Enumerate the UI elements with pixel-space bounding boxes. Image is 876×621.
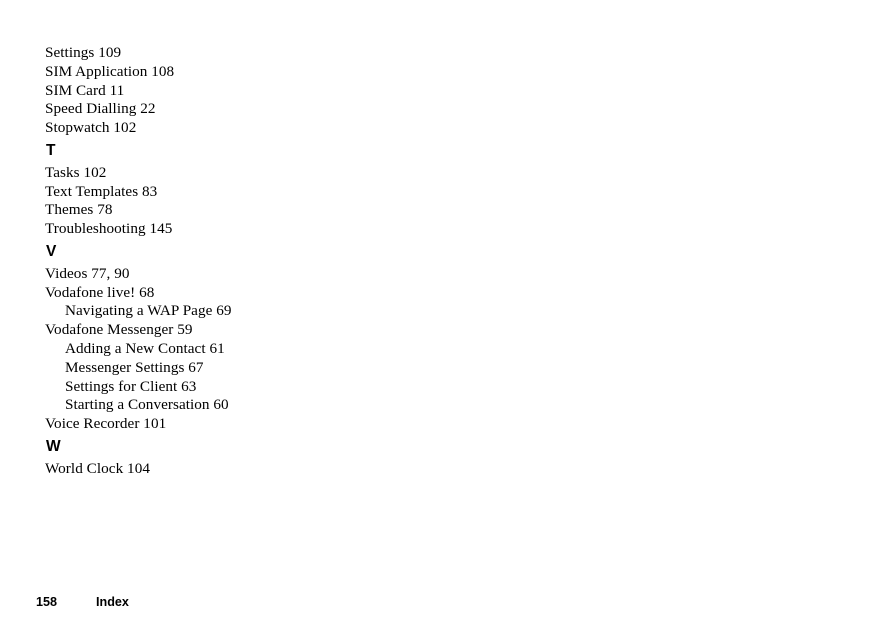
index-entry: Vodafone live! 68 xyxy=(45,283,155,301)
index-entry: Stopwatch 102 xyxy=(45,119,137,137)
index-entry-list: Settings 109 SIM Application 108 SIM Card … xyxy=(45,44,745,479)
index-entry: Voice Recorder 101 xyxy=(45,415,167,433)
index-entry: World Clock 104 xyxy=(45,459,150,477)
index-entry: Troubleshooting 145 xyxy=(45,220,173,238)
index-subentry: Adding a New Contact 61 xyxy=(65,339,225,357)
index-entry: Speed Dialling 22 xyxy=(45,100,156,118)
index-letter-heading: W xyxy=(46,438,61,456)
footer-page-number: 158 xyxy=(36,595,58,609)
footer-section-label: Index xyxy=(96,595,129,609)
index-page: Settings 109 SIM Application 108 SIM Card … xyxy=(0,0,876,621)
page-footer: 158 Index xyxy=(22,581,129,621)
index-entry: Vodafone Messenger 59 xyxy=(45,321,193,339)
index-entry: Text Templates 83 xyxy=(45,182,158,200)
index-subentry: Navigating a WAP Page 69 xyxy=(65,302,232,320)
index-letter-heading: T xyxy=(46,142,56,160)
index-subentry: Messenger Settings 67 xyxy=(65,358,204,376)
index-entry: Tasks 102 xyxy=(45,163,107,181)
index-entry: SIM Application 108 xyxy=(45,62,175,80)
index-entry: Settings 109 xyxy=(45,44,122,61)
index-entry: Themes 78 xyxy=(45,201,113,219)
index-entry: Videos 77, 90 xyxy=(45,264,130,282)
index-letter-heading: V xyxy=(46,243,57,261)
index-entry: SIM Card 11 xyxy=(45,81,125,99)
index-subentry: Settings for Client 63 xyxy=(65,377,197,395)
index-subentry: Starting a Conversation 60 xyxy=(65,396,229,414)
